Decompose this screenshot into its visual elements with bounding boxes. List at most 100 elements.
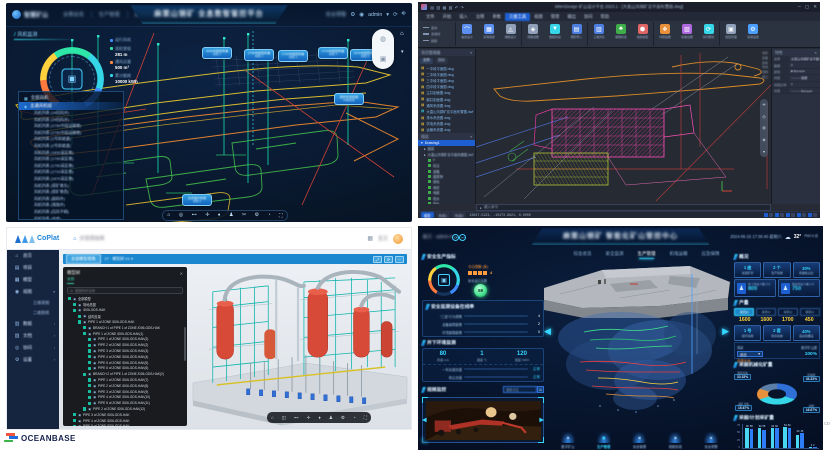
- steering-icon[interactable]: ◈: [762, 137, 765, 142]
- fan-list-item[interactable]: 风机列表 (探矿巷东): [19, 183, 123, 190]
- next-camera-arrow[interactable]: ▶: [539, 417, 544, 424]
- fan-list-item[interactable]: 风机列表 (1#回风井): [19, 110, 123, 117]
- save-icon[interactable]: ▦: [443, 5, 447, 10]
- nav-tab[interactable]: 生产管理: [638, 251, 656, 259]
- checkbox-checked-icon[interactable]: [73, 303, 77, 307]
- close-icon[interactable]: ✕: [813, 4, 817, 10]
- ribbon-tab[interactable]: 开始: [439, 13, 456, 21]
- roam-icon[interactable]: ♟: [229, 213, 233, 218]
- grid-toggle-icon[interactable]: [763, 213, 768, 217]
- video-monitor-card[interactable]: ◀ ▶: [422, 397, 544, 443]
- explorer-tab[interactable]: 图纸: [435, 57, 448, 64]
- layer-quick-item[interactable]: 道路: [762, 56, 768, 61]
- ribbon-tab[interactable]: 管理: [547, 13, 564, 21]
- annotation-toggle-icon[interactable]: [807, 213, 812, 217]
- tunnel-tag[interactable]: 主井提升机房 风机 6: [182, 194, 212, 206]
- undo-icon[interactable]: ↶: [455, 5, 458, 10]
- home-icon[interactable]: ⌂: [73, 236, 76, 242]
- menu-item[interactable]: 生产管理: [92, 11, 128, 18]
- breadcrumb-project[interactable]: 示范项目库: [80, 235, 105, 242]
- walk-icon[interactable]: ♟: [329, 415, 333, 421]
- tree-scrollbar[interactable]: [184, 327, 186, 361]
- checkbox-checked-icon[interactable]: [88, 395, 92, 400]
- ribbon-button[interactable]: ▥ 三维浏览: [588, 22, 610, 46]
- info-icon[interactable]: ◉: [359, 12, 364, 18]
- ribbon-tab[interactable]: 注释: [472, 13, 489, 21]
- fan-list-item[interactable]: 风机列表 (探矿巷西): [19, 189, 123, 196]
- fan-list-item[interactable]: 风机列表 (井底): [19, 216, 123, 220]
- checkbox-checked-icon[interactable]: [83, 332, 87, 336]
- layer-quick-item[interactable]: 视口: [762, 75, 768, 80]
- settings-icon[interactable]: ⚙: [255, 213, 259, 218]
- home-icon[interactable]: ⌂: [167, 213, 170, 218]
- close-icon[interactable]: ✕: [180, 271, 183, 276]
- alert-link[interactable]: 安全预警: [326, 11, 347, 18]
- fan-list-item[interactable]: 风机列表 (1670采区巷): [19, 176, 123, 183]
- draw-tool[interactable]: 圆弧: [423, 38, 452, 43]
- fan-list-item[interactable]: 风机列表 (回风平硐): [19, 209, 123, 216]
- history-icon[interactable]: ◔: [353, 415, 356, 420]
- fan-list-item[interactable]: 风机列表 (1830采区巷): [19, 150, 123, 157]
- nav-tab[interactable]: 综合总览: [574, 251, 592, 259]
- tunnel-tag[interactable]: 回风井风机组 2#回风井: [334, 93, 364, 105]
- fan-list-item[interactable]: 风机列表 (2#回风井): [19, 117, 123, 124]
- snap-toggle-icon[interactable]: [769, 213, 773, 217]
- more-icon[interactable]: ⋯: [395, 255, 404, 263]
- bottom-nav-item[interactable]: ▣ 视频系统: [668, 432, 683, 449]
- checkbox-checked-icon[interactable]: [88, 349, 92, 353]
- ribbon-button[interactable]: ⟳ 协同更新: [698, 22, 720, 46]
- plant-3d-model[interactable]: [187, 264, 409, 428]
- home-icon[interactable]: ⌂: [271, 415, 274, 420]
- checkbox-checked-icon[interactable]: [88, 343, 92, 347]
- new-icon[interactable]: ▤: [430, 5, 434, 10]
- fan-list-item[interactable]: 风机列表 (1790中段运输巷): [19, 123, 123, 130]
- ribbon-button[interactable]: ◬ 爆破设计: [500, 22, 522, 46]
- user-name[interactable]: admin: [368, 12, 382, 18]
- search-icon[interactable]: ⊙: [537, 386, 544, 393]
- tunnel-tag[interactable]: 1750中段回风巷 风机 3: [278, 50, 308, 62]
- nav-tab[interactable]: 机电运输: [670, 251, 688, 259]
- video-search-input[interactable]: 搜索点位: [503, 386, 537, 393]
- refresh-icon[interactable]: ⟳: [384, 255, 393, 263]
- fullscreen-icon[interactable]: ⛶: [279, 213, 282, 219]
- output-tab[interactable]: 本日(t): [734, 308, 755, 316]
- transparency-toggle-icon[interactable]: [802, 213, 806, 217]
- checkbox-checked-icon[interactable]: [73, 413, 77, 417]
- sidebar-item-settings[interactable]: ⚙ 设置 ›: [7, 354, 59, 366]
- nav-tab[interactable]: 应急保障: [702, 251, 720, 259]
- tunnel-tag[interactable]: 1830中段回风巷 风机 1: [202, 47, 232, 59]
- fan-list-item[interactable]: 风机列表 (措施井): [19, 202, 123, 209]
- fan-list-item[interactable]: 风机列表 (1790采区巷): [19, 156, 123, 163]
- maximize-icon[interactable]: ▢: [805, 4, 809, 10]
- exit-icon[interactable]: ⎆: [402, 11, 406, 18]
- checkbox-checked-icon[interactable]: [83, 407, 87, 411]
- orbit-icon[interactable]: ◍: [762, 125, 766, 130]
- checkbox-checked-icon[interactable]: [83, 372, 87, 376]
- ribbon-button[interactable]: ⚙ 系统设置: [742, 22, 764, 46]
- expand-icon[interactable]: ⤢: [373, 255, 382, 263]
- checkbox-checked-icon[interactable]: [73, 308, 77, 313]
- fullscreen-icon[interactable]: ⛶: [364, 415, 367, 420]
- lineweight-toggle-icon[interactable]: [796, 213, 801, 217]
- ribbon-tab[interactable]: 帮助: [597, 13, 614, 21]
- property-row[interactable]: 线宽 ——— ByLayer: [772, 87, 820, 95]
- checkbox-checked-icon[interactable]: [88, 384, 92, 388]
- zoom-icon[interactable]: ◎: [762, 114, 766, 119]
- fan-group-main[interactable]: ◈ 主通风机组: [19, 102, 123, 110]
- checkbox-checked-icon[interactable]: [88, 355, 92, 359]
- ribbon-tab[interactable]: 参数: [488, 13, 505, 21]
- pan-icon[interactable]: ✛: [205, 213, 209, 218]
- bottom-nav-item[interactable]: ▣ 数字矿山: [560, 432, 575, 449]
- collapse-chevron-icon[interactable]: ▾: [401, 49, 404, 55]
- checkbox-checked-icon[interactable]: [78, 314, 82, 318]
- checkbox-checked-icon[interactable]: [88, 390, 92, 394]
- close-icon[interactable]: ✕: [814, 51, 817, 55]
- sidebar-item-projects[interactable]: ▤ 项目: [7, 262, 59, 274]
- sidebar-item-home[interactable]: ⌂ 首页: [7, 250, 59, 262]
- nav-tab[interactable]: 安全监测: [606, 251, 624, 259]
- ribbon-tab[interactable]: 插入: [455, 13, 472, 21]
- ribbon-button[interactable]: ▣ 模型管理: [720, 22, 742, 46]
- sidebar-item-3d-view[interactable]: 三维视图: [7, 298, 59, 308]
- explorer-tab[interactable]: 文件: [420, 57, 433, 64]
- draw-tool[interactable]: 直线: [423, 25, 452, 30]
